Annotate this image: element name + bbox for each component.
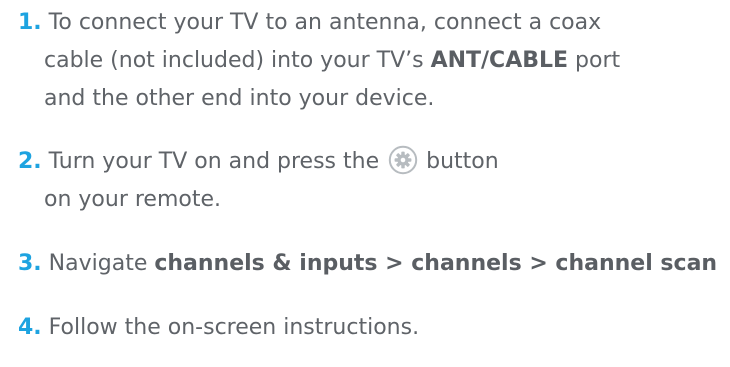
step-1-line-2: cable (not included) into your TV’s ANT/… (18, 42, 620, 80)
step-1-text-line-2b: port (568, 48, 621, 73)
menu-path: channels & inputs > channels > channel s… (154, 251, 718, 276)
step-1-text-line-1: To connect your TV to an antenna, connec… (48, 10, 602, 35)
step-1-number: 1. (18, 10, 42, 35)
step-4-number: 4. (18, 315, 42, 340)
step-2-line-2: on your remote. (18, 181, 499, 219)
step-3-text: Navigate (48, 251, 155, 276)
ant-cable-port-label: ANT/CABLE (430, 48, 569, 73)
step-1-text-line-3: and the other end into your device. (44, 86, 435, 111)
step-4: 4. Follow the on-screen instructions. (18, 309, 419, 347)
step-3-number: 3. (18, 251, 42, 276)
step-1-text-line-2a: cable (not included) into your TV’s (44, 48, 431, 73)
step-2-text-before-icon: Turn your TV on and press the (48, 149, 387, 174)
step-3: 3. Navigate channels & inputs > channels… (18, 245, 717, 283)
step-2-text-line-2: on your remote. (44, 187, 221, 212)
step-2-number: 2. (18, 149, 42, 174)
step-4-text: Follow the on-screen instructions. (48, 315, 420, 340)
step-1: 1. To connect your TV to an antenna, con… (18, 4, 620, 118)
step-1-line-1: 1. To connect your TV to an antenna, con… (18, 4, 620, 42)
step-2-line-1: 2. Turn your TV on and press the button (18, 143, 499, 181)
step-2-text-after-icon: button (419, 149, 499, 174)
step-1-line-3: and the other end into your device. (18, 80, 620, 118)
step-2: 2. Turn your TV on and press the button … (18, 143, 499, 219)
gear-icon (388, 145, 418, 175)
